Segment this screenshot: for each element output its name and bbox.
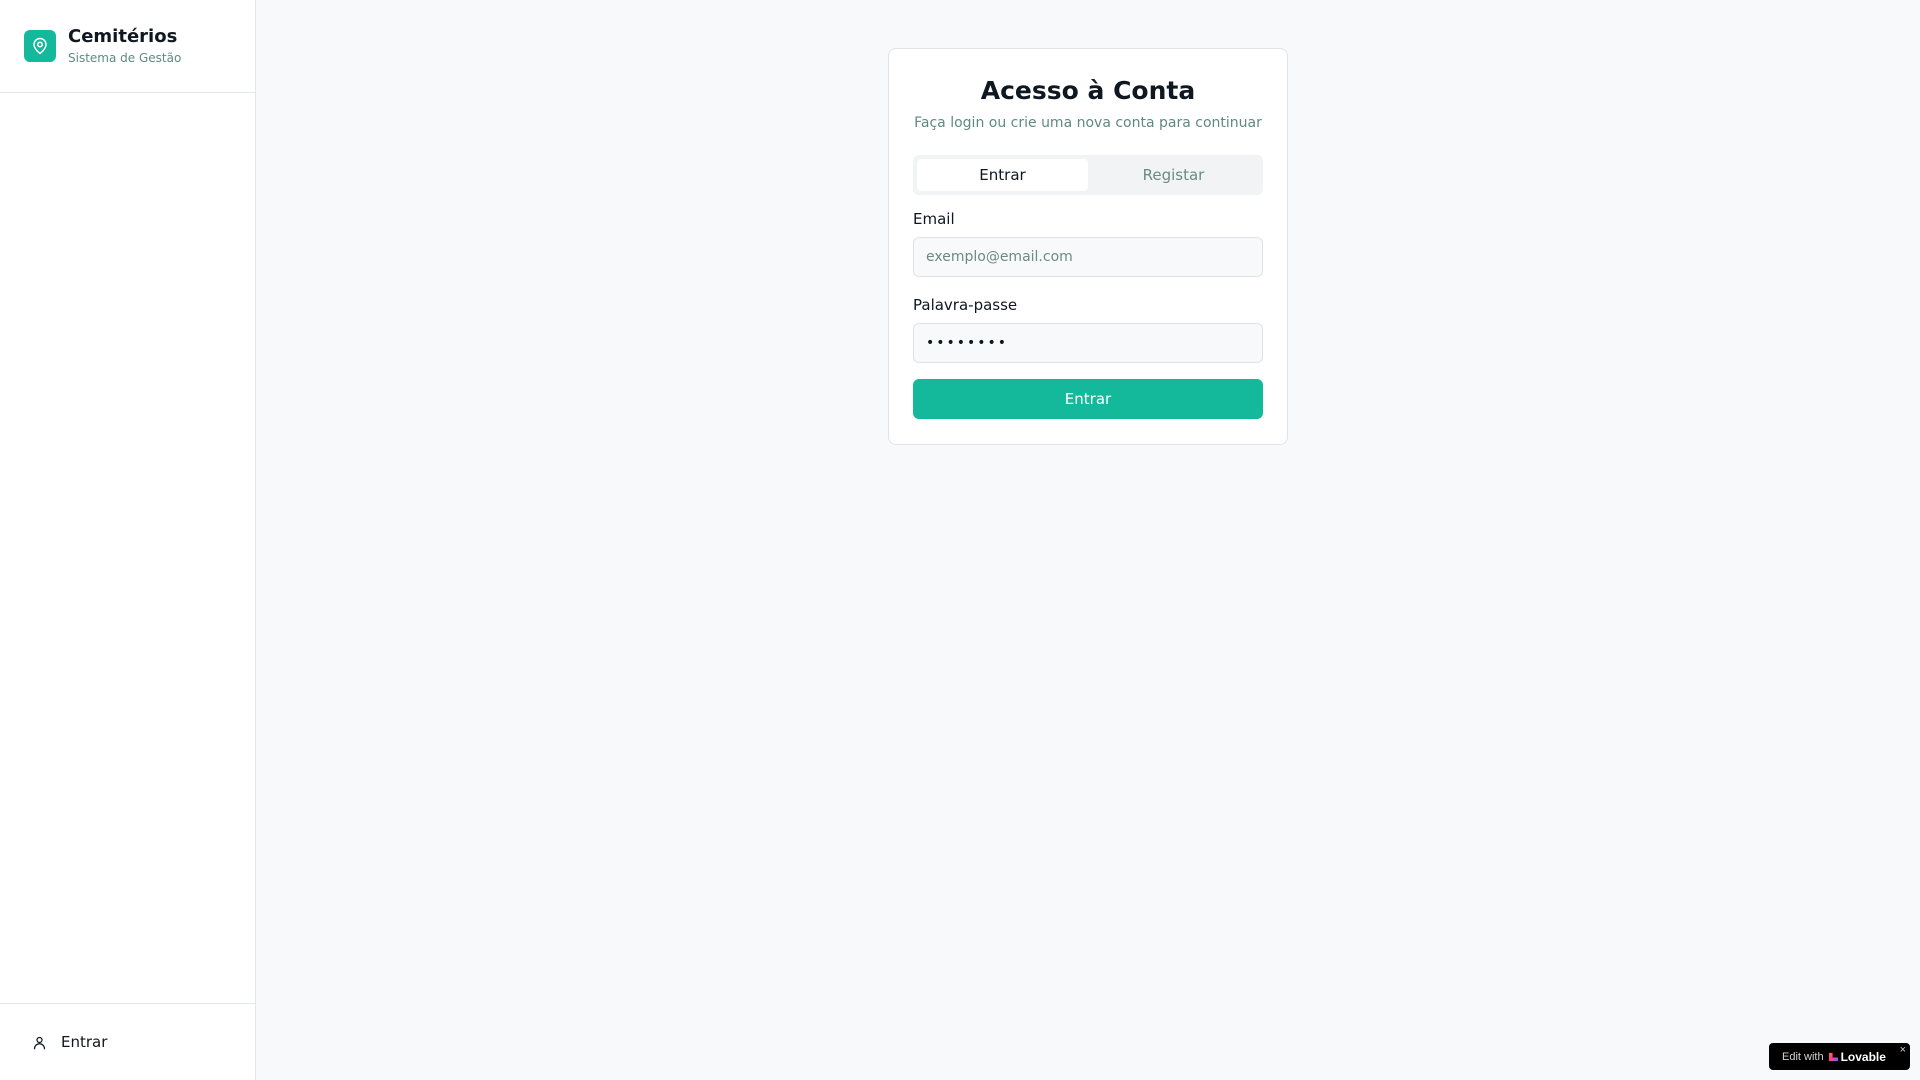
password-label: Palavra-passe — [913, 296, 1018, 314]
tab-register[interactable]: Registar — [1088, 159, 1259, 191]
brand-subtitle: Sistema de Gestão — [68, 51, 182, 65]
card-subtitle: Faça login ou crie uma nova conta para c… — [914, 115, 1262, 131]
map-pin-icon — [33, 37, 47, 55]
login-submit-button[interactable]: Entrar — [913, 379, 1263, 419]
brand-logo — [24, 30, 56, 62]
tab-login[interactable]: Entrar — [917, 159, 1088, 191]
email-field[interactable] — [913, 237, 1263, 277]
card-title: Acesso à Conta — [980, 76, 1196, 105]
sidebar: Cemitérios Sistema de Gestão Entrar — [0, 0, 256, 1080]
badge-close-icon[interactable]: × — [1900, 1044, 1906, 1056]
user-icon — [33, 1036, 46, 1049]
lovable-badge[interactable]: Edit with Lovable × — [1769, 1043, 1910, 1070]
sidebar-brand: Cemitérios Sistema de Gestão — [0, 0, 255, 93]
email-label: Email — [913, 210, 955, 228]
badge-edit-text: Edit with — [1782, 1050, 1824, 1063]
lovable-heart-icon — [1828, 1052, 1838, 1061]
sidebar-login-link[interactable]: Entrar — [32, 1033, 107, 1051]
sidebar-nav — [0, 93, 255, 1003]
sidebar-footer: Entrar — [0, 1003, 255, 1080]
sidebar-login-label: Entrar — [61, 1033, 108, 1051]
brand-title: Cemitérios — [68, 26, 178, 47]
brand-text: Cemitérios Sistema de Gestão — [68, 26, 181, 66]
password-field[interactable] — [913, 323, 1263, 363]
auth-tabs: Entrar Registar — [913, 155, 1263, 195]
badge-brand: Lovable — [1840, 1049, 1886, 1064]
auth-card: Acesso à Conta Faça login ou crie uma no… — [888, 48, 1288, 445]
